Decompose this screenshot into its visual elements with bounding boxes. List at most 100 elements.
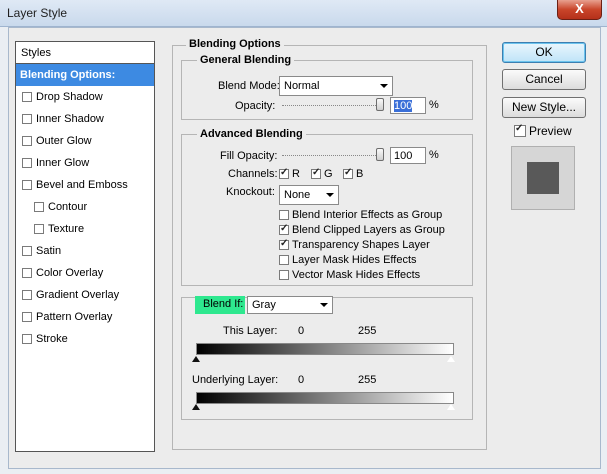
styles-item-checkbox[interactable] — [22, 246, 32, 256]
this-layer-white-slider[interactable] — [446, 355, 456, 363]
blend-mode-label: Blend Mode: — [218, 80, 280, 92]
styles-item[interactable]: Stroke — [16, 328, 154, 350]
knockout-select[interactable]: None — [279, 185, 339, 205]
opacity-value: 100 — [394, 100, 413, 112]
styles-item[interactable]: Bevel and Emboss — [16, 174, 154, 196]
styles-item-checkbox[interactable] — [22, 268, 32, 278]
advanced-option-checkbox[interactable] — [279, 238, 289, 250]
blend-mode-select[interactable]: Normal — [279, 76, 393, 96]
fill-opacity-label: Fill Opacity: — [220, 150, 278, 162]
blend-if-select[interactable]: Gray — [247, 296, 333, 314]
this-layer-black-slider[interactable] — [192, 356, 200, 362]
styles-item[interactable]: Satin — [16, 240, 154, 262]
title-bar: Layer Style X — [0, 0, 607, 27]
advanced-option-checkbox[interactable] — [279, 223, 289, 235]
blend-if-value: Gray — [252, 299, 276, 311]
underlying-layer-label: Underlying Layer: — [192, 374, 279, 386]
channel-r-checkbox[interactable] — [279, 167, 289, 179]
styles-item-label: Contour — [48, 201, 88, 213]
advanced-option-label: Blend Clipped Layers as Group — [292, 224, 445, 236]
styles-item[interactable]: Texture — [16, 218, 154, 240]
ok-button[interactable]: OK — [502, 42, 586, 63]
styles-item-checkbox[interactable] — [34, 224, 44, 234]
channel-b-checkbox[interactable] — [343, 167, 353, 179]
styles-item[interactable]: Inner Glow — [16, 152, 154, 174]
styles-item-checkbox[interactable] — [22, 158, 32, 168]
styles-item-label: Outer Glow — [36, 135, 92, 147]
styles-item[interactable]: Outer Glow — [16, 130, 154, 152]
styles-item-checkbox[interactable] — [22, 290, 32, 300]
fill-opacity-input[interactable]: 100 — [390, 147, 426, 164]
styles-item-checkbox[interactable] — [22, 92, 32, 102]
preview-label: Preview — [529, 124, 572, 138]
styles-item-label: Color Overlay — [36, 267, 104, 279]
preview-swatch — [527, 162, 559, 194]
styles-item-checkbox[interactable] — [34, 202, 44, 212]
preview-frame — [511, 146, 575, 210]
chevron-down-icon — [326, 193, 334, 197]
channel-g-checkbox[interactable] — [311, 167, 321, 179]
styles-item-label: Pattern Overlay — [36, 311, 113, 323]
fill-opacity-slider[interactable] — [282, 155, 382, 156]
styles-item[interactable]: Color Overlay — [16, 262, 154, 284]
styles-item-checkbox[interactable] — [22, 136, 32, 146]
styles-item-label: Inner Glow — [36, 157, 90, 169]
advanced-option-label: Blend Interior Effects as Group — [292, 209, 443, 221]
styles-item-checkbox[interactable] — [22, 114, 32, 124]
styles-item-label: Bevel and Emboss — [36, 179, 128, 191]
this-layer-max: 255 — [358, 325, 377, 337]
underlying-layer-black-slider[interactable] — [192, 404, 200, 410]
fill-opacity-value: 100 — [394, 150, 413, 162]
advanced-option-label: Layer Mask Hides Effects — [292, 254, 417, 266]
advanced-option-checkbox[interactable] — [279, 255, 289, 265]
opacity-input[interactable]: 100 — [390, 97, 426, 114]
styles-item-label: Satin — [36, 245, 62, 257]
underlying-layer-white-slider[interactable] — [446, 403, 456, 411]
advanced-option-label: Vector Mask Hides Effects — [292, 269, 421, 281]
opacity-slider-thumb[interactable] — [376, 98, 384, 111]
advanced-option-label: Transparency Shapes Layer — [292, 239, 430, 251]
chevron-down-icon — [380, 84, 388, 88]
close-button[interactable]: X — [557, 0, 602, 20]
advanced-option-checkbox[interactable] — [279, 270, 289, 280]
window-title: Layer Style — [7, 6, 68, 20]
styles-list: Styles Blending Options: Default Drop Sha… — [15, 41, 155, 452]
styles-header: Styles — [16, 42, 154, 64]
styles-item[interactable]: Inner Shadow — [16, 108, 154, 130]
advanced-blending-title: Advanced Blending — [197, 128, 306, 140]
styles-item-label: Gradient Overlay — [36, 289, 120, 301]
styles-item-label: Inner Shadow — [36, 113, 104, 125]
styles-item[interactable]: Blending Options: Default — [16, 64, 154, 103]
new-style-button[interactable]: New Style... — [502, 97, 586, 118]
styles-item-label: Texture — [48, 223, 85, 235]
fill-opacity-unit: % — [429, 149, 439, 161]
channel-b-label: B — [356, 168, 364, 180]
advanced-option-checkbox[interactable] — [279, 210, 289, 220]
styles-item[interactable]: Gradient Overlay — [16, 284, 154, 306]
underlying-layer-gradient — [196, 392, 454, 404]
opacity-slider[interactable] — [282, 105, 382, 106]
underlying-layer-max: 255 — [358, 374, 377, 386]
chevron-down-icon — [320, 303, 328, 307]
underlying-layer-min: 0 — [298, 374, 305, 386]
styles-item-checkbox[interactable] — [22, 180, 32, 190]
this-layer-gradient — [196, 343, 454, 355]
knockout-value: None — [284, 189, 311, 201]
channel-g-label: G — [324, 168, 333, 180]
cancel-button[interactable]: Cancel — [502, 69, 586, 90]
styles-item[interactable]: Drop Shadow — [16, 86, 154, 108]
close-icon[interactable]: X — [575, 1, 584, 16]
opacity-unit: % — [429, 99, 439, 111]
styles-item[interactable]: Pattern Overlay — [16, 306, 154, 328]
blend-mode-value: Normal — [284, 80, 320, 92]
blending-options-title: Blending Options — [186, 38, 284, 50]
knockout-label: Knockout: — [226, 186, 275, 198]
blend-if-label: Blend If: — [195, 296, 245, 314]
preview-checkbox[interactable] — [514, 123, 526, 137]
styles-item-label: Drop Shadow — [36, 91, 103, 103]
styles-item-checkbox[interactable] — [22, 312, 32, 322]
fill-opacity-slider-thumb[interactable] — [376, 148, 384, 161]
styles-item[interactable]: Contour — [16, 196, 154, 218]
styles-item-checkbox[interactable] — [22, 334, 32, 344]
styles-item-label: Stroke — [36, 333, 68, 345]
